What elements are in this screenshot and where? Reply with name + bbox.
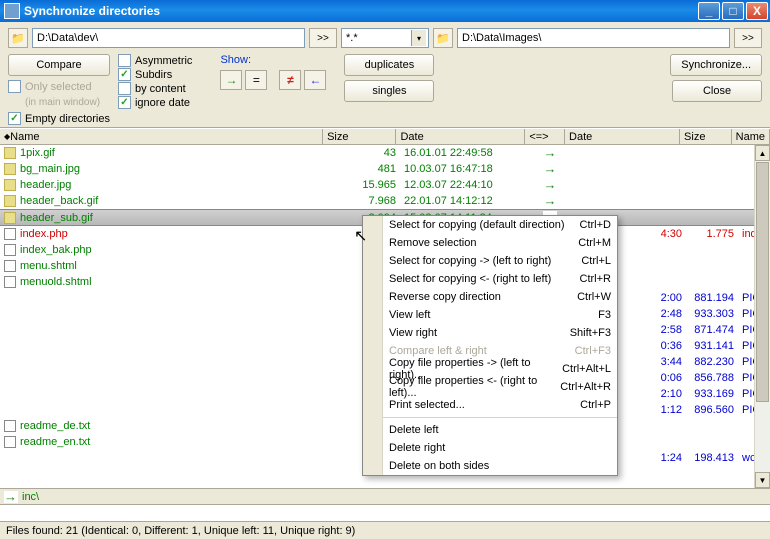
scroll-thumb[interactable] <box>756 162 769 402</box>
app-icon <box>4 3 20 19</box>
scrollbar[interactable]: ▲ ▼ <box>754 145 770 488</box>
scroll-down-icon[interactable]: ▼ <box>755 472 770 488</box>
context-menu-item[interactable]: Reverse copy directionCtrl+W <box>383 288 617 306</box>
arrow-right-icon <box>543 195 557 207</box>
show-unequal-icon[interactable]: ≠ <box>279 70 301 90</box>
right-drive-icon[interactable]: 📁 <box>433 28 453 48</box>
duplicates-button[interactable]: duplicates <box>344 54 434 76</box>
arrow-right-icon <box>543 179 557 191</box>
context-menu-item[interactable]: Print selected...Ctrl+P <box>383 396 617 414</box>
context-menu-item[interactable]: Delete left <box>383 421 617 439</box>
maximize-button[interactable]: □ <box>722 2 744 20</box>
file-icon <box>4 147 16 159</box>
context-menu-item[interactable]: Copy file properties <- (right to left).… <box>383 378 617 396</box>
context-menu-item[interactable]: Select for copying -> (left to right)Ctr… <box>383 252 617 270</box>
bycontent-checkbox[interactable] <box>118 82 131 95</box>
table-row[interactable]: header_back.gif7.96822.01.07 14:12:12 <box>0 193 770 209</box>
context-menu-item[interactable]: Delete right <box>383 439 617 457</box>
synchronize-button[interactable]: Synchronize... <box>670 54 762 76</box>
table-header: ◆Name Size Date <=> Date Size Name <box>0 128 770 145</box>
file-icon <box>4 436 16 448</box>
col-date2[interactable]: Date <box>565 129 680 144</box>
onlysel-checkbox <box>8 80 21 93</box>
file-icon <box>4 420 16 432</box>
left-path-input[interactable]: D:\Data\dev\ <box>32 28 305 48</box>
scroll-up-icon[interactable]: ▲ <box>755 145 770 161</box>
col-date[interactable]: Date <box>396 129 525 144</box>
titlebar[interactable]: Synchronize directories _ □ X <box>0 0 770 22</box>
arrow-right-icon <box>543 163 557 175</box>
table-row[interactable]: 1pix.gif4316.01.01 22:49:58 <box>0 145 770 161</box>
spacer-row <box>0 505 770 521</box>
cursor-icon: ↖ <box>354 226 367 246</box>
col-size[interactable]: Size <box>323 129 396 144</box>
col-name2[interactable]: Name <box>732 129 770 144</box>
arrow-right-icon <box>543 147 557 159</box>
context-menu-item[interactable]: View rightShift+F3 <box>383 324 617 342</box>
window-title: Synchronize directories <box>24 4 160 18</box>
context-menu-item[interactable]: Delete on both sides <box>383 457 617 475</box>
emptydirs-checkbox[interactable]: ✓ <box>8 112 21 125</box>
arrow-right-icon <box>4 491 18 503</box>
ignoredate-checkbox[interactable]: ✓ <box>118 96 131 109</box>
asymmetric-checkbox[interactable] <box>118 54 131 67</box>
file-icon <box>4 212 16 224</box>
right-path-input[interactable]: D:\Data\Images\ <box>457 28 730 48</box>
close-button[interactable]: X <box>746 2 768 20</box>
filter-combo[interactable]: *.* <box>341 28 429 48</box>
singles-button[interactable]: singles <box>344 80 434 102</box>
folder-row[interactable]: inc\ <box>0 488 770 505</box>
toolbar: 📁 D:\Data\dev\ >> *.* 📁 D:\Data\Images\ … <box>0 22 770 128</box>
file-icon <box>4 228 16 240</box>
context-menu: Select for copying (default direction)Ct… <box>362 215 618 476</box>
show-left-arrow-icon[interactable]: ← <box>304 70 326 90</box>
show-right-arrow-icon[interactable]: → <box>220 70 242 90</box>
context-menu-item[interactable]: Select for copying <- (right to left)Ctr… <box>383 270 617 288</box>
status-bar: Files found: 21 (Identical: 0, Different… <box>0 521 770 539</box>
file-icon <box>4 195 16 207</box>
show-equal-icon[interactable]: = <box>245 70 267 90</box>
context-menu-item[interactable]: Remove selectionCtrl+M <box>383 234 617 252</box>
col-compare[interactable]: <=> <box>525 129 565 144</box>
file-icon <box>4 244 16 256</box>
left-nav-button[interactable]: >> <box>309 28 337 48</box>
compare-button[interactable]: Compare <box>8 54 110 76</box>
context-menu-item[interactable]: Select for copying (default direction)Ct… <box>383 216 617 234</box>
show-label: Show: <box>220 54 326 66</box>
table-row[interactable]: header.jpg15.96512.03.07 22:44:10 <box>0 177 770 193</box>
left-drive-icon[interactable]: 📁 <box>8 28 28 48</box>
right-nav-button[interactable]: >> <box>734 28 762 48</box>
table-row[interactable]: bg_main.jpg48110.03.07 16:47:18 <box>0 161 770 177</box>
file-icon <box>4 179 16 191</box>
file-icon <box>4 260 16 272</box>
file-icon <box>4 163 16 175</box>
col-name[interactable]: ◆Name <box>0 129 323 144</box>
file-icon <box>4 276 16 288</box>
minimize-button[interactable]: _ <box>698 2 720 20</box>
close-dialog-button[interactable]: Close <box>672 80 762 102</box>
subdirs-checkbox[interactable]: ✓ <box>118 68 131 81</box>
col-size2[interactable]: Size <box>680 129 732 144</box>
context-menu-item[interactable]: View leftF3 <box>383 306 617 324</box>
